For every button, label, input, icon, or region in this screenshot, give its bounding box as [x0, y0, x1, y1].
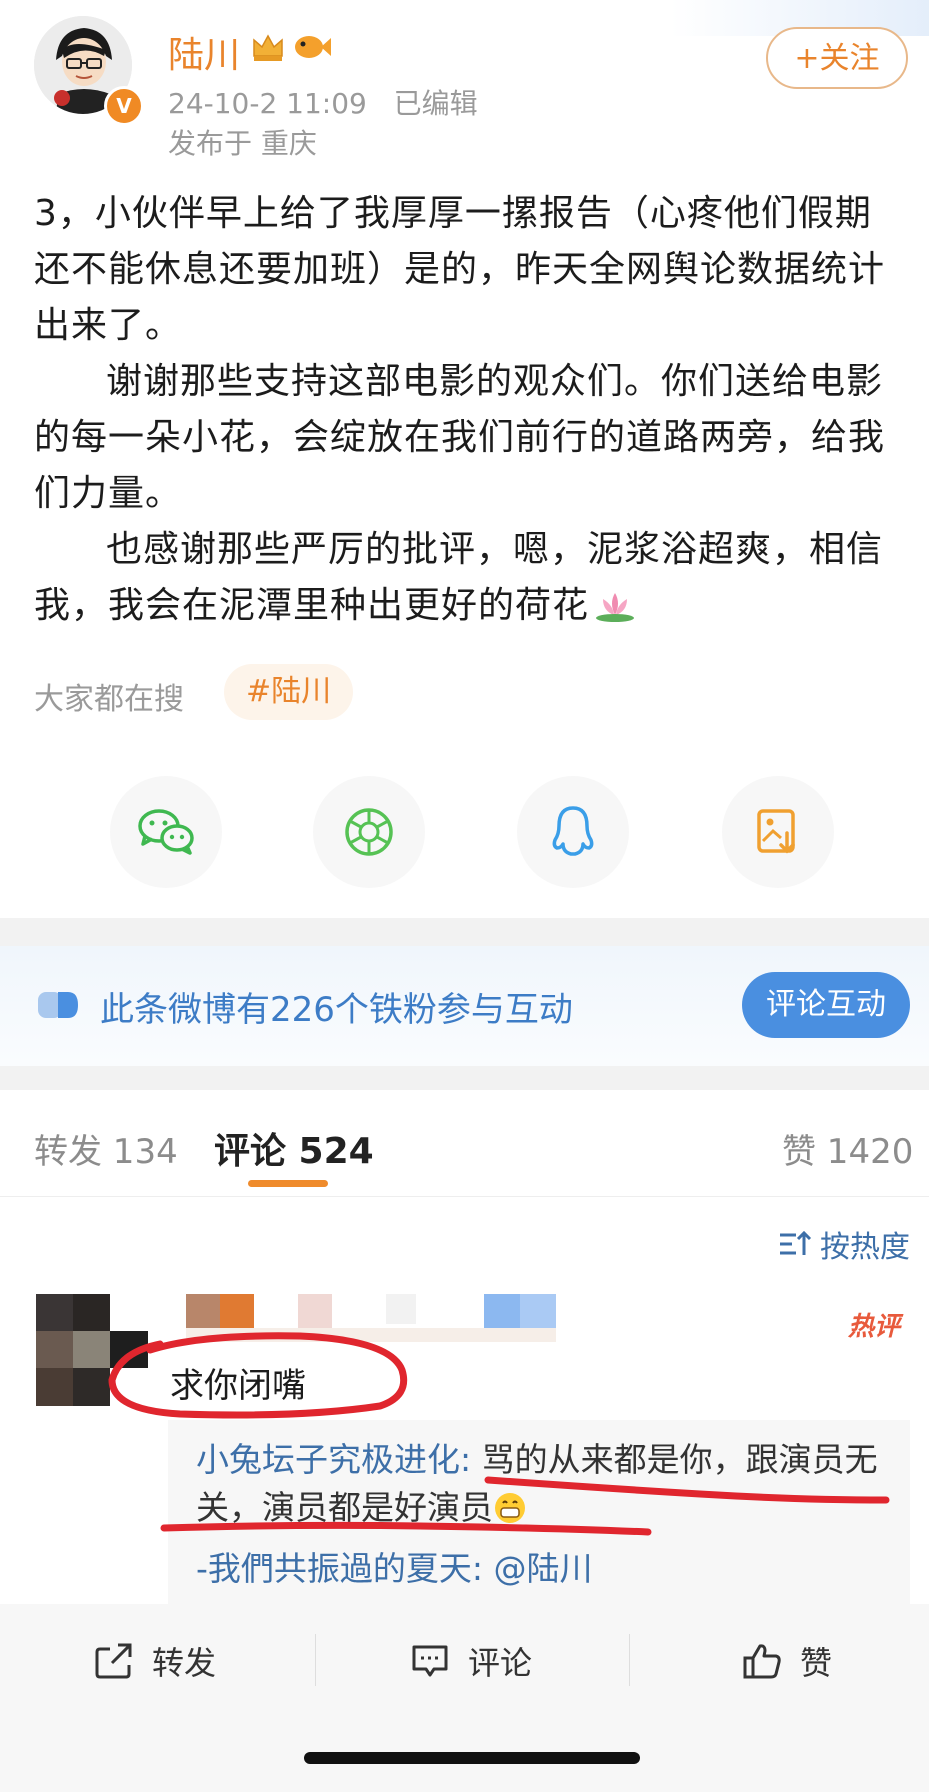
crown-icon	[253, 34, 283, 61]
comment-interact-button[interactable]: 评论互动	[742, 972, 910, 1038]
like-button[interactable]: 赞	[742, 1638, 832, 1684]
tabs-divider	[0, 1196, 929, 1197]
post-paragraph-3-text: 也感谢那些严厉的批评，嗯，泥浆浴超爽，相信我，我会在泥潭里种出更好的荷花	[34, 529, 884, 626]
thumbs-up-icon	[743, 1644, 781, 1679]
sort-label: 按热度	[820, 1230, 910, 1265]
commenter-avatar[interactable]	[36, 1294, 148, 1406]
reply-source[interactable]: -我們共振過的夏天: @陆川	[196, 1542, 593, 1590]
section-divider	[0, 1066, 929, 1090]
share-moments-button[interactable]	[313, 776, 425, 888]
comment-text: 求你闭嘴	[170, 1366, 306, 1406]
repost-icon	[95, 1643, 132, 1679]
action-separator	[629, 1634, 630, 1686]
save-image-button[interactable]	[722, 776, 834, 888]
trending-search-label: 大家都在搜	[34, 682, 184, 717]
edited-label: 已编辑	[393, 87, 478, 120]
post-location: 发布于 重庆	[168, 127, 317, 160]
save-image-icon	[757, 809, 795, 854]
username[interactable]: 陆川	[168, 26, 240, 78]
verified-badge-icon: V	[104, 86, 144, 126]
comment-button[interactable]: 评论	[410, 1638, 532, 1684]
wechat-icon	[138, 809, 194, 855]
tab-comments[interactable]: 评论 524	[214, 1122, 374, 1174]
comment-icon	[412, 1645, 448, 1677]
commenter-name-blurred[interactable]	[186, 1294, 556, 1342]
post-paragraph-2: 谢谢那些支持这部电影的观众们。你们送给电影的每一朵小花，会绽放在我们前行的道路两…	[34, 361, 886, 514]
lotus-icon	[596, 593, 635, 622]
timestamp: 24-10-2 11:09	[168, 87, 367, 120]
sort-by-hot-button[interactable]: 按热度	[778, 1222, 910, 1266]
repost-button[interactable]: 转发	[94, 1638, 216, 1684]
sort-icon	[780, 1230, 812, 1255]
reply-colon: :	[460, 1440, 482, 1479]
fans-interaction-text: 此条微博有226个铁粉参与互动	[100, 990, 573, 1030]
tab-likes[interactable]: 赞 1420	[782, 1124, 913, 1173]
follow-button[interactable]: +关注	[766, 27, 908, 89]
post-time: 24-10-2 11:09 已编辑	[168, 82, 478, 122]
post-paragraph-1: 3，小伙伴早上给了我厚厚一摞报告（心疼他们假期还不能休息还要加班）是的，昨天全网…	[34, 193, 886, 346]
share-qq-button[interactable]	[517, 776, 629, 888]
reply-username[interactable]: 小兔坛子究极进化	[196, 1440, 460, 1479]
reply-content: 小兔坛子究极进化: 骂的从来都是你，跟演员无关，演员都是好演员	[196, 1436, 896, 1532]
home-indicator	[304, 1752, 640, 1764]
like-label: 赞	[800, 1644, 833, 1682]
hot-comment-badge: 热评	[848, 1312, 901, 1342]
repost-label: 转发	[152, 1644, 217, 1682]
moments-icon	[345, 808, 393, 856]
tab-reposts[interactable]: 转发 134	[34, 1124, 178, 1173]
qq-icon	[552, 806, 594, 856]
share-wechat-button[interactable]	[110, 776, 222, 888]
post-body: 3，小伙伴早上给了我厚厚一摞报告（心疼他们假期还不能休息还要加班）是的，昨天全网…	[34, 186, 904, 634]
section-divider	[0, 918, 929, 946]
grin-emoji-icon	[495, 1493, 525, 1523]
active-tab-indicator	[248, 1180, 328, 1187]
fans-icon	[38, 992, 78, 1018]
fish-badge-icon	[295, 36, 331, 58]
comment-label: 评论	[468, 1644, 533, 1682]
hashtag-chip[interactable]: #陆川	[224, 664, 354, 720]
post-paragraph-3: 也感谢那些严厉的批评，嗯，泥浆浴超爽，相信我，我会在泥潭里种出更好的荷花	[34, 522, 904, 634]
action-separator	[315, 1634, 316, 1686]
